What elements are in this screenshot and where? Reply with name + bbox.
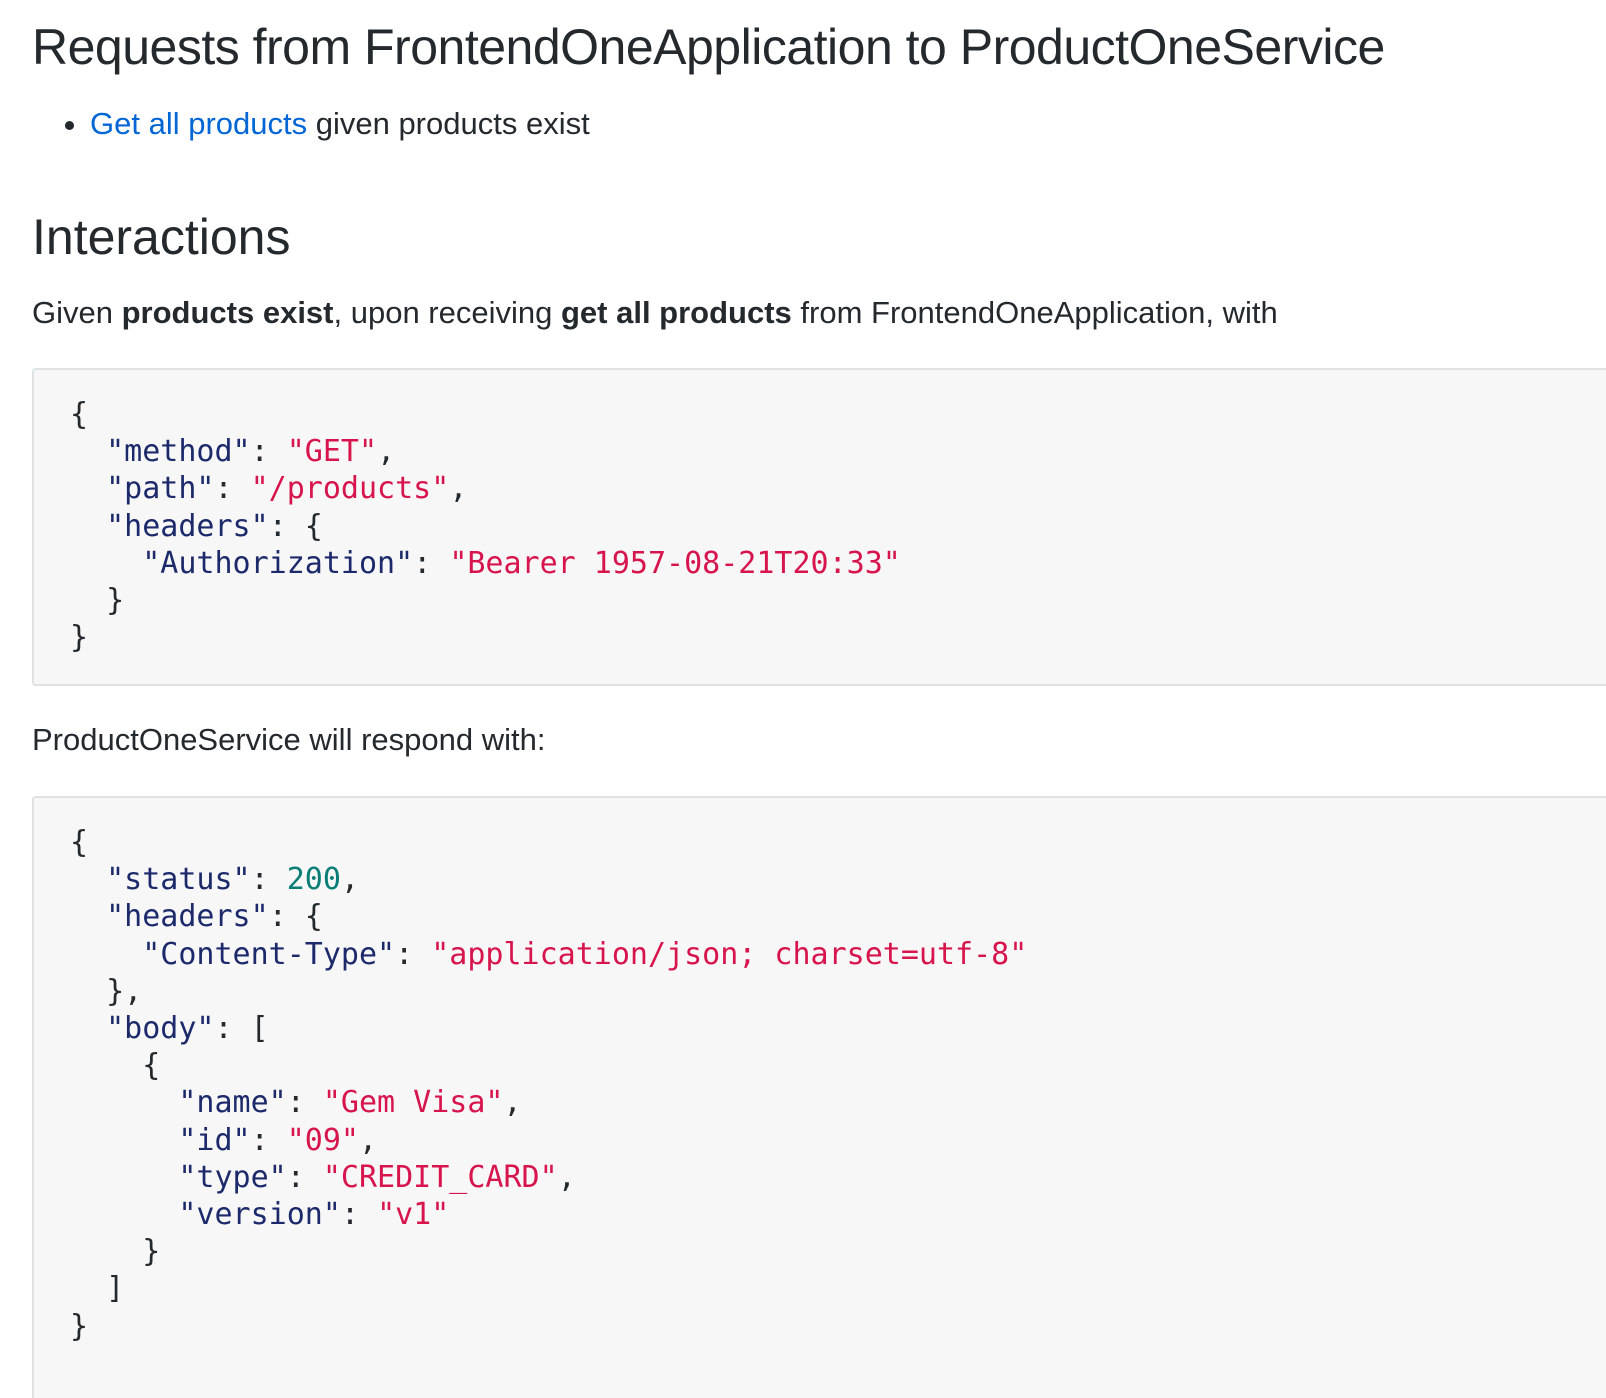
json-key: "Content-Type" — [142, 936, 396, 972]
json-key: "type" — [178, 1159, 287, 1195]
json-key: "version" — [178, 1197, 341, 1233]
json-string: "v1" — [377, 1197, 450, 1233]
json-number: 200 — [286, 862, 341, 898]
response-code-block: { "status": 200, "headers": { "Content-T… — [32, 796, 1606, 1398]
json-key: "status" — [106, 862, 251, 898]
json-string: "Gem Visa" — [322, 1085, 504, 1121]
json-key: "name" — [178, 1085, 287, 1121]
json-key: "headers" — [106, 508, 269, 544]
page-title: Requests from FrontendOneApplication to … — [32, 19, 1385, 75]
response-intro: ProductOneService will respond with: — [32, 722, 546, 757]
given-prefix: Given — [32, 295, 122, 330]
json-string: "CREDIT_CARD" — [322, 1159, 558, 1195]
json-string: "09" — [286, 1122, 359, 1158]
json-key: "path" — [106, 471, 215, 507]
given-middle: , upon receiving — [333, 295, 561, 330]
json-string: "Bearer 1957-08-21T20:33" — [449, 545, 901, 581]
json-key: "id" — [178, 1122, 251, 1158]
json-key: "headers" — [106, 899, 269, 935]
interaction-description: Given products exist, upon receiving get… — [32, 293, 1278, 333]
request-link[interactable]: Get all products — [90, 106, 307, 141]
request-code-block: { "method": "GET", "path": "/products", … — [32, 368, 1606, 686]
requests-list: Get all products given products exist — [32, 104, 590, 144]
json-string: "GET" — [286, 434, 378, 470]
json-key: "Authorization" — [142, 545, 414, 581]
request-state: given products exist — [307, 106, 590, 141]
request-description: get all products — [560, 295, 792, 330]
provider-state: products exist — [121, 295, 334, 330]
interactions-heading: Interactions — [32, 209, 291, 265]
given-suffix: from FrontendOneApplication, with — [791, 295, 1278, 330]
list-item: Get all products given products exist — [90, 104, 590, 144]
json-key: "method" — [106, 434, 251, 470]
json-key: "body" — [106, 1011, 215, 1047]
json-string: "/products" — [250, 471, 450, 507]
json-string: "application/json; charset=utf-8" — [431, 936, 1028, 972]
